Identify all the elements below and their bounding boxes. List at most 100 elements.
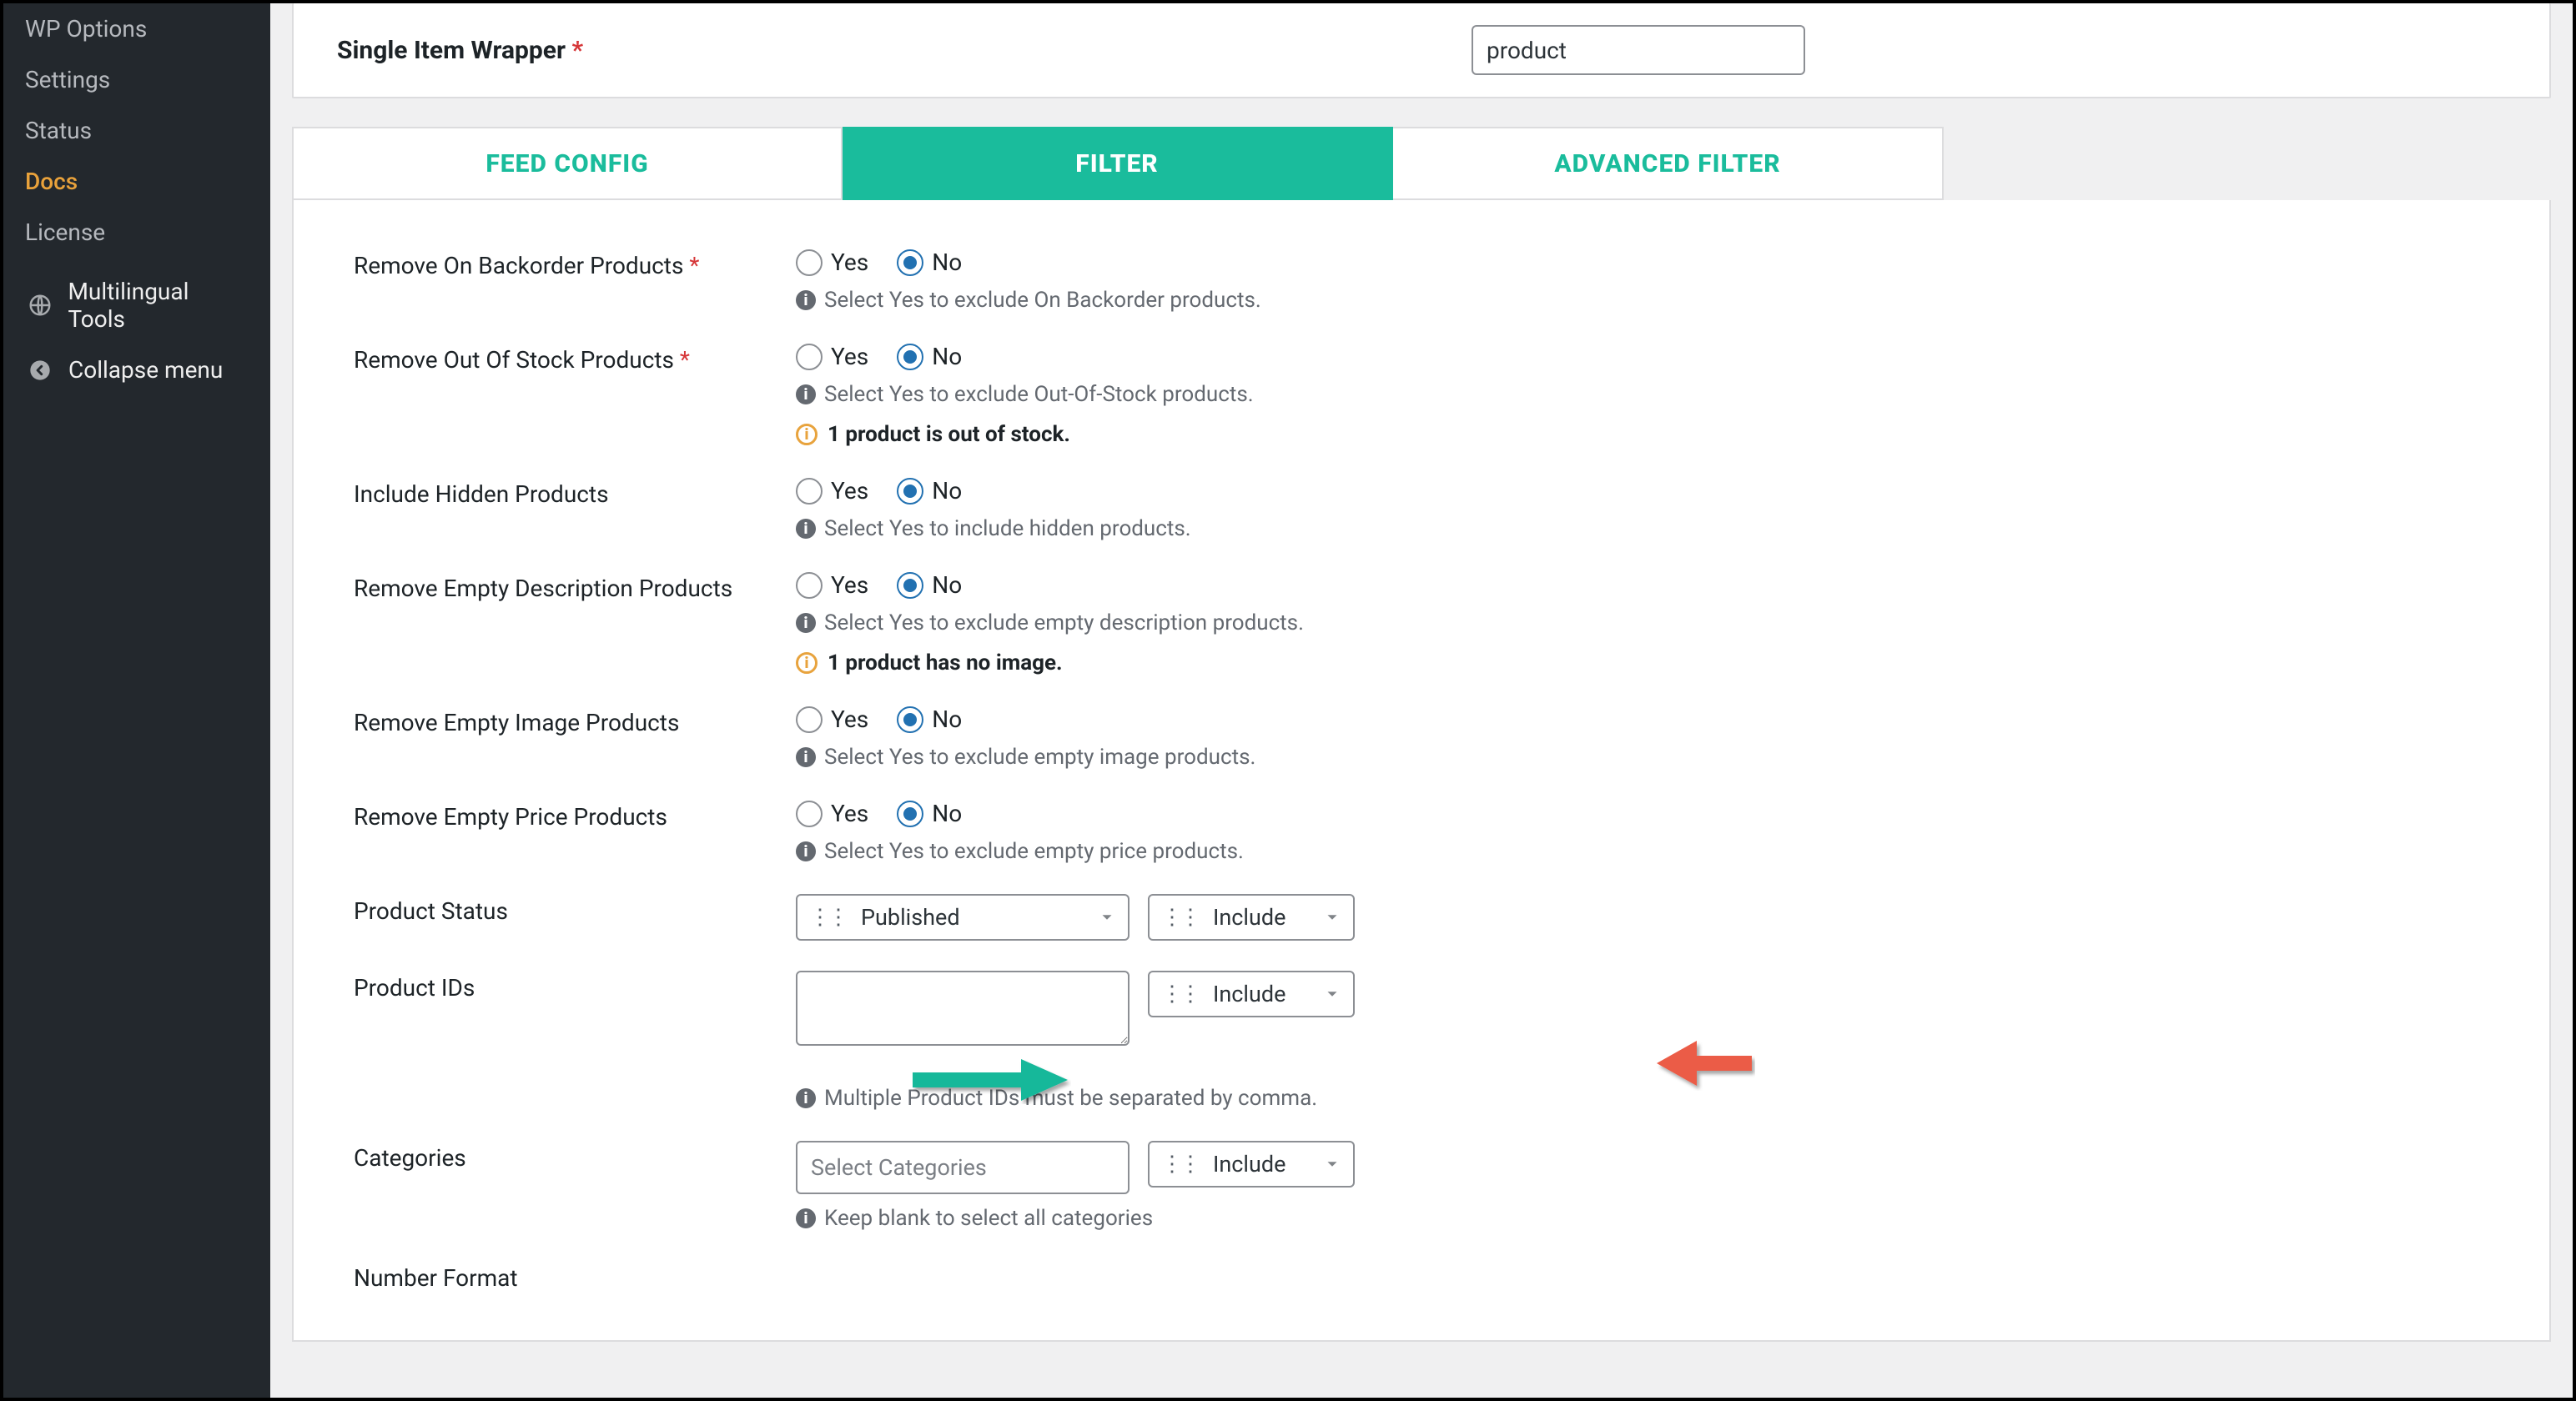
sidebar-item-label: WP Options bbox=[25, 15, 147, 43]
required-asterisk: * bbox=[571, 36, 583, 65]
sidebar-item-multilingual[interactable]: Multilingual Tools bbox=[3, 266, 270, 344]
radio-label: Yes bbox=[831, 477, 868, 505]
info-icon: i bbox=[796, 841, 816, 861]
product-status-select[interactable]: ⋮⋮Published bbox=[796, 894, 1130, 941]
radio-yes[interactable] bbox=[796, 572, 823, 599]
radio-label: Yes bbox=[831, 800, 868, 827]
admin-sidebar: WP Options Settings Status Docs License … bbox=[3, 3, 270, 1398]
content-area: Single Item Wrapper * FEED CONFIG FILTER… bbox=[270, 3, 2573, 1398]
sidebar-item-status[interactable]: Status bbox=[3, 105, 270, 156]
sidebar-item-label: Docs bbox=[25, 168, 78, 195]
row-product-status: Product Status ⋮⋮Published ⋮⋮Include bbox=[354, 879, 2506, 956]
product-ids-input[interactable] bbox=[796, 971, 1130, 1046]
required-asterisk: * bbox=[680, 346, 690, 374]
field-label: Number Format bbox=[354, 1261, 796, 1292]
required-asterisk: * bbox=[689, 252, 699, 279]
chevron-down-icon bbox=[1323, 985, 1341, 1003]
hint: i Select Yes to exclude empty description… bbox=[796, 610, 2506, 635]
field-label: Remove Empty Description Products bbox=[354, 571, 796, 602]
sidebar-item-label: Collapse menu bbox=[68, 356, 223, 384]
chevron-down-icon bbox=[1323, 908, 1341, 926]
label-text: Remove Empty Image Products bbox=[354, 709, 679, 736]
product-status-mode-select[interactable]: ⋮⋮Include bbox=[1148, 894, 1355, 941]
hint-text: Select Yes to exclude empty image produc… bbox=[824, 745, 1255, 770]
radio-label: Yes bbox=[831, 571, 868, 599]
label-text: Include Hidden Products bbox=[354, 480, 609, 508]
radio-label: No bbox=[932, 477, 962, 505]
field-label: Include Hidden Products bbox=[354, 477, 796, 508]
radio-no[interactable] bbox=[897, 249, 923, 276]
row-remove-oos: Remove Out Of Stock Products * Yes No iS… bbox=[354, 328, 2506, 462]
sidebar-item-license[interactable]: License bbox=[3, 207, 270, 258]
field-label: Single Item Wrapper * bbox=[337, 36, 1472, 65]
radio-yes[interactable] bbox=[796, 249, 823, 276]
row-categories: Categories Select Categories ⋮⋮Include i… bbox=[354, 1126, 2506, 1246]
radio-no[interactable] bbox=[897, 572, 923, 599]
sidebar-collapse[interactable]: Collapse menu bbox=[3, 344, 270, 395]
categories-mode-select[interactable]: ⋮⋮ Include bbox=[1148, 1141, 1355, 1188]
select-value: Published bbox=[861, 904, 960, 931]
radio-yes[interactable] bbox=[796, 344, 823, 370]
info-icon: i bbox=[796, 290, 816, 310]
radio-no[interactable] bbox=[897, 801, 923, 827]
hint-text: Select Yes to include hidden products. bbox=[824, 516, 1191, 541]
tab-label: FILTER bbox=[1075, 149, 1158, 178]
radio-no[interactable] bbox=[897, 344, 923, 370]
drag-handle-icon: ⋮⋮ bbox=[1161, 905, 1198, 930]
tab-filter[interactable]: FILTER bbox=[843, 127, 1393, 200]
radio-label: No bbox=[932, 571, 962, 599]
radio-yes[interactable] bbox=[796, 801, 823, 827]
radio-label: No bbox=[932, 249, 962, 276]
row-remove-empty-price: Remove Empty Price Products Yes No iSele… bbox=[354, 785, 2506, 879]
categories-multiselect[interactable]: Select Categories bbox=[796, 1141, 1130, 1194]
sidebar-item-wp-options[interactable]: WP Options bbox=[3, 3, 270, 54]
product-ids-mode-select[interactable]: ⋮⋮Include bbox=[1148, 971, 1355, 1017]
info-icon: i bbox=[796, 613, 816, 633]
info-icon: i bbox=[796, 1208, 816, 1228]
radio-label: No bbox=[932, 706, 962, 733]
label-text: Remove Out Of Stock Products bbox=[354, 346, 674, 374]
label-text: Product Status bbox=[354, 897, 508, 925]
row-remove-empty-image: Remove Empty Image Products Yes No iSele… bbox=[354, 690, 2506, 785]
sidebar-item-label: Status bbox=[25, 117, 92, 144]
hint-text: Select Yes to exclude empty price produc… bbox=[824, 839, 1244, 864]
hint: iMultiple Product IDs must be separated … bbox=[796, 1086, 2506, 1111]
chevron-down-icon bbox=[1098, 908, 1116, 926]
hint: i Select Yes to exclude On Backorder prod… bbox=[796, 288, 2506, 313]
sidebar-item-label: License bbox=[25, 218, 105, 246]
warning-text: 1 product has no image. bbox=[828, 650, 1063, 675]
tab-advanced-filter[interactable]: ADVANCED FILTER bbox=[1393, 127, 1944, 200]
hint: i Select Yes to include hidden products. bbox=[796, 516, 2506, 541]
radio-yes[interactable] bbox=[796, 478, 823, 505]
field-label: Remove Out Of Stock Products * bbox=[354, 343, 796, 374]
select-value: Include bbox=[1213, 1151, 1285, 1178]
row-remove-backorder: Remove On Backorder Products * Yes No iS… bbox=[354, 234, 2506, 328]
info-icon: i bbox=[796, 1088, 816, 1108]
radio-no[interactable] bbox=[897, 706, 923, 733]
sidebar-item-settings[interactable]: Settings bbox=[3, 54, 270, 105]
tab-label: ADVANCED FILTER bbox=[1554, 149, 1780, 178]
select-value: Include bbox=[1213, 981, 1285, 1007]
warning-text: 1 product is out of stock. bbox=[828, 422, 1070, 447]
hint-text: Select Yes to exclude empty description … bbox=[824, 610, 1304, 635]
placeholder-text: Select Categories bbox=[811, 1154, 987, 1181]
translate-icon bbox=[25, 293, 54, 318]
radio-label: No bbox=[932, 800, 962, 827]
tab-feed-config[interactable]: FEED CONFIG bbox=[292, 127, 843, 200]
sidebar-item-docs[interactable]: Docs bbox=[3, 156, 270, 207]
row-number-format: Number Format bbox=[354, 1246, 2506, 1307]
label-text: Single Item Wrapper bbox=[337, 36, 566, 65]
info-icon: i bbox=[796, 519, 816, 539]
hint-text: Select Yes to exclude Out-Of-Stock produ… bbox=[824, 382, 1254, 407]
info-icon: i bbox=[796, 384, 816, 404]
single-item-wrapper-input[interactable] bbox=[1472, 25, 1805, 75]
hint: iSelect Yes to exclude empty image produ… bbox=[796, 745, 2506, 770]
radio-yes[interactable] bbox=[796, 706, 823, 733]
hint-text: Select Yes to exclude On Backorder produ… bbox=[824, 288, 1261, 313]
chevron-down-icon bbox=[1323, 1155, 1341, 1173]
radio-no[interactable] bbox=[897, 478, 923, 505]
warning-icon: i bbox=[796, 424, 818, 445]
field-label: Product Status bbox=[354, 894, 796, 925]
sidebar-item-label: Settings bbox=[25, 66, 110, 93]
drag-handle-icon: ⋮⋮ bbox=[1161, 1152, 1198, 1177]
